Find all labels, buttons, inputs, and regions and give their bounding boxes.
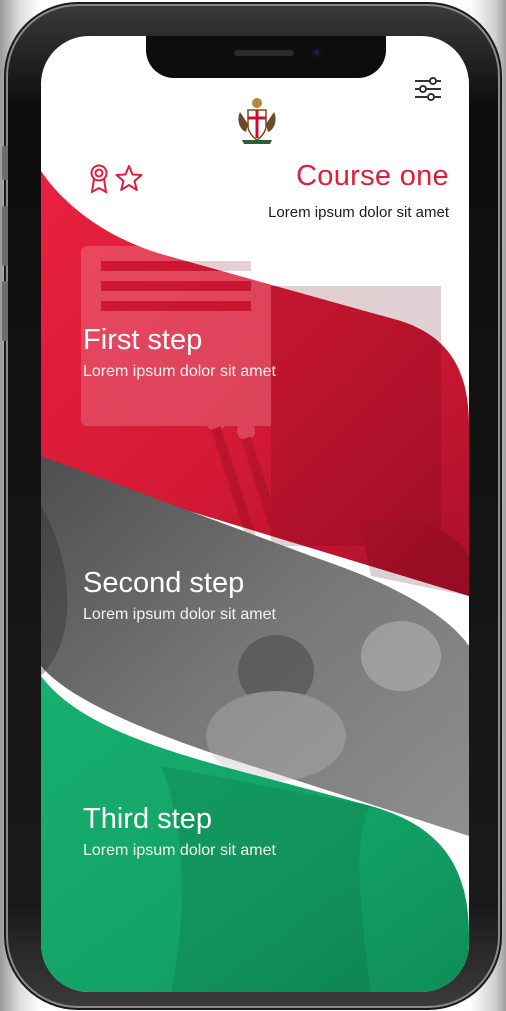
step-title: First step [83, 324, 203, 356]
device-background: Course one Lorem ipsum dolor sit amet Fi… [0, 0, 506, 1011]
step-title: Second step [83, 567, 245, 599]
award-ribbon-icon[interactable] [89, 164, 109, 194]
step-title: Third step [83, 803, 212, 835]
phone-frame: Course one Lorem ipsum dolor sit amet Fi… [2, 6, 498, 1006]
front-camera [311, 47, 322, 58]
app-screen: Course one Lorem ipsum dolor sit amet Fi… [41, 36, 469, 992]
step-card-third[interactable]: Third step Lorem ipsum dolor sit amet [83, 803, 276, 860]
star-outline-icon[interactable] [115, 164, 143, 192]
step-description: Lorem ipsum dolor sit amet [83, 606, 276, 623]
crest-logo [238, 98, 276, 144]
step-card-second[interactable]: Second step Lorem ipsum dolor sit amet [83, 567, 276, 624]
course-title: Course one [296, 160, 449, 192]
speaker-grille [234, 50, 294, 56]
volume-down-button [2, 281, 8, 341]
step-description: Lorem ipsum dolor sit amet [83, 363, 276, 380]
step-description: Lorem ipsum dolor sit amet [83, 842, 276, 859]
filter-sliders-icon[interactable] [413, 76, 443, 102]
mute-switch [2, 146, 8, 180]
volume-up-button [2, 206, 8, 266]
step-card-first[interactable]: First step Lorem ipsum dolor sit amet [83, 324, 276, 381]
course-subtitle: Lorem ipsum dolor sit amet [268, 204, 449, 221]
notch [146, 36, 386, 78]
